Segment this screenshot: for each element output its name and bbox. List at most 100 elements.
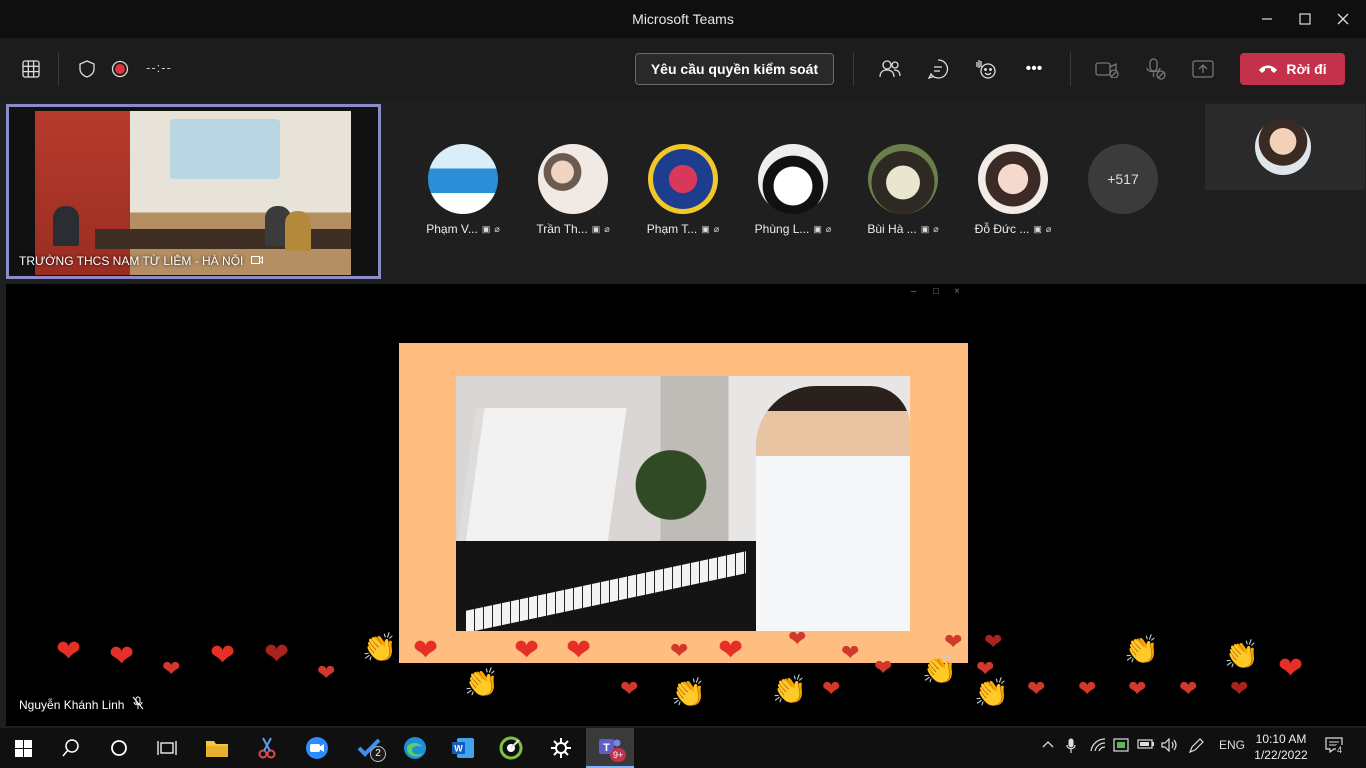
avatar <box>1255 119 1311 175</box>
clap-reaction: 👏 <box>772 674 807 705</box>
meeting-timer: --:-- <box>146 60 172 75</box>
camera-off-icon: ▣ <box>920 223 930 234</box>
phone-hangup-icon <box>1258 61 1278 77</box>
participant-name: Phạm T... <box>646 222 698 236</box>
heart-reaction: ❤ <box>984 629 1003 654</box>
avatar <box>868 144 938 214</box>
heart-reaction: ❤ <box>514 634 540 667</box>
participant-tile[interactable]: Đỗ Đức ... ▣ ⌀ <box>968 144 1058 236</box>
participant-name: Đỗ Đức ... <box>974 222 1030 236</box>
pinned-name-label: TRƯỜNG THCS NAM TỪ LIÊM - HÀ NỘI <box>19 254 244 268</box>
media-app-icon[interactable] <box>488 728 534 768</box>
heart-reaction: ❤ <box>1179 676 1198 701</box>
task-view-icon[interactable] <box>144 728 190 768</box>
camera-off-icon: ▣ <box>481 223 491 234</box>
heart-reaction: ❤ <box>1128 676 1147 701</box>
participant-tile[interactable]: Phùng L... ▣ ⌀ <box>748 144 838 236</box>
pinned-participant-name: TRƯỜNG THCS NAM TỪ LIÊM - HÀ NỘI <box>19 254 264 268</box>
heart-reaction: ❤ <box>162 656 181 681</box>
participant-name: Phạm V... <box>426 222 478 236</box>
heart-reaction: ❤ <box>1230 676 1249 701</box>
window-title: Microsoft Teams <box>632 11 734 27</box>
language-indicator[interactable]: ENG <box>1219 738 1245 752</box>
heart-reaction: ❤ <box>620 676 639 701</box>
clap-reaction: 👏 <box>671 677 706 708</box>
participant-tile[interactable]: Bùi Hà ... ▣ ⌀ <box>858 144 948 236</box>
clock[interactable]: 10:10 AM 1/22/2022 <box>1250 731 1312 763</box>
clock-time: 10:10 AM <box>1255 732 1307 746</box>
svg-text:W: W <box>454 744 463 754</box>
clock-date: 1/22/2022 <box>1254 748 1308 762</box>
participant-tile[interactable]: Trần Th... ▣ ⌀ <box>528 144 618 236</box>
svg-text:T: T <box>603 742 610 754</box>
title-bar: Microsoft Teams <box>0 0 1366 38</box>
participants-icon[interactable] <box>875 54 905 84</box>
edge-icon[interactable] <box>392 728 438 768</box>
leave-label: Rời đi <box>1286 61 1327 77</box>
mic-off-icon: ⌀ <box>1045 223 1052 234</box>
presenter-name: Nguyễn Khánh Linh <box>19 697 125 712</box>
heart-reaction: ❤ <box>264 638 290 671</box>
heart-reaction: ❤ <box>788 626 807 651</box>
self-view-tile <box>1205 104 1365 190</box>
start-button[interactable] <box>0 728 46 768</box>
camera-off-icon[interactable] <box>1092 54 1122 84</box>
chat-icon[interactable] <box>923 54 953 84</box>
show-hidden-icons[interactable] <box>1042 738 1054 752</box>
settings-app-icon[interactable] <box>538 728 584 768</box>
snipping-tool-icon[interactable] <box>244 728 290 768</box>
more-options-button[interactable]: ••• <box>1019 54 1049 84</box>
participant-tile[interactable]: Phạm V... ▣ ⌀ <box>418 144 508 236</box>
share-screen-icon[interactable] <box>1188 54 1218 84</box>
reactions-icon[interactable] <box>971 54 1001 84</box>
pen-icon[interactable] <box>1188 738 1204 757</box>
room-video <box>35 111 351 275</box>
toolbar-divider <box>853 52 854 86</box>
leave-button[interactable]: Rời đi <box>1240 53 1345 85</box>
avatar <box>538 144 608 214</box>
request-control-button[interactable]: Yêu cầu quyền kiểm soát <box>635 53 834 85</box>
mic-off-icon[interactable] <box>1140 54 1170 84</box>
shared-window-close: × <box>954 286 960 297</box>
word-icon[interactable]: W <box>440 728 486 768</box>
clap-reaction: 👏 <box>464 667 499 698</box>
shield-icon[interactable] <box>72 54 102 84</box>
shared-window-minimize: – <box>911 286 917 297</box>
file-explorer-icon[interactable] <box>194 728 240 768</box>
participant-name: Trần Th... <box>536 222 588 236</box>
microphone-icon[interactable] <box>1066 738 1076 757</box>
mic-off-icon <box>132 696 144 713</box>
heart-reaction: ❤ <box>670 638 689 663</box>
clap-reaction: 👏 <box>922 654 957 685</box>
notification-count: 4 <box>1336 745 1344 755</box>
mic-off-icon: ⌀ <box>604 223 610 234</box>
cortana-icon[interactable] <box>96 728 142 768</box>
mic-off-icon: ⌀ <box>825 223 832 234</box>
display-icon[interactable] <box>1113 738 1129 755</box>
wifi-icon[interactable] <box>1090 738 1106 755</box>
volume-icon[interactable] <box>1161 737 1179 755</box>
toolbar-divider <box>1070 52 1071 86</box>
heart-reaction: ❤ <box>718 634 744 667</box>
zoom-icon[interactable] <box>294 728 340 768</box>
participant-tile[interactable]: Phạm T... ▣ ⌀ <box>638 144 728 236</box>
mic-off-icon: ⌀ <box>494 223 500 234</box>
heart-reaction: ❤ <box>822 676 841 701</box>
teams-taskbar-button[interactable]: T 9+ <box>586 728 634 768</box>
camera-off-icon: ▣ <box>701 223 710 234</box>
meeting-toolbar: --:-- Yêu cầu quyền kiểm soát ••• Rời đi <box>0 38 1366 100</box>
heart-reaction: ❤ <box>1278 652 1304 685</box>
avatar <box>758 144 828 214</box>
todo-badge: 2 <box>370 746 386 762</box>
grid-view-icon[interactable] <box>16 54 46 84</box>
notifications-icon[interactable]: 4 <box>1325 737 1344 756</box>
participant-name: Bùi Hà ... <box>867 222 917 236</box>
camera-off-icon <box>251 254 264 268</box>
pinned-video-tile[interactable]: TRƯỜNG THCS NAM TỪ LIÊM - HÀ NỘI <box>6 104 381 279</box>
close-button[interactable] <box>1320 0 1366 38</box>
battery-icon[interactable] <box>1137 738 1155 753</box>
todo-icon[interactable]: 2 <box>344 728 394 768</box>
heart-reaction: ❤ <box>874 655 893 680</box>
search-icon[interactable] <box>48 728 94 768</box>
more-participants-button[interactable]: +517 <box>1088 144 1158 214</box>
